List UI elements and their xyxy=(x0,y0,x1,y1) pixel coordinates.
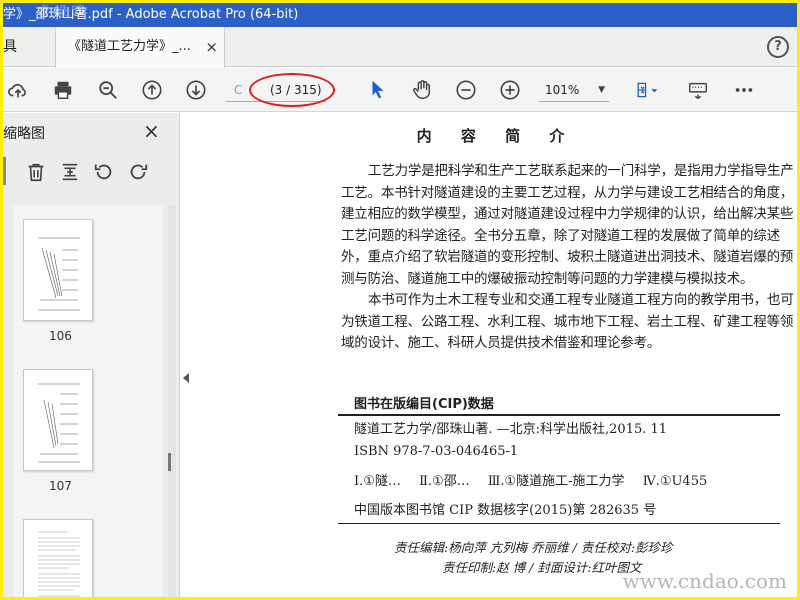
highlight-oval xyxy=(249,73,335,107)
rotate-right-icon[interactable] xyxy=(127,161,151,185)
trash-icon[interactable] xyxy=(25,161,49,185)
cip-class-item: Ⅲ.①隧道施工-施工力学 xyxy=(487,474,625,489)
scrollbar-grip[interactable] xyxy=(168,453,171,471)
thumbnail-page-107[interactable] xyxy=(23,369,93,471)
next-page-icon[interactable] xyxy=(183,77,209,103)
keyboard-icon[interactable] xyxy=(685,77,711,103)
thumbnail-page-108[interactable] xyxy=(23,519,93,597)
zoom-search-icon[interactable] xyxy=(95,77,121,103)
pdf-page: 内 容 简 介 工艺力学是把科学和生产工艺联系起来的一门科学，是指用力学指导生产… xyxy=(196,113,797,597)
drawing-thumbnail-icon xyxy=(38,383,80,463)
intro-text: 工艺力学是把科学和生产工艺联系起来的一门科学，是指用力学指导生产工艺。本书针对隧… xyxy=(341,161,796,355)
page-fit-icon[interactable] xyxy=(629,77,665,103)
print-icon[interactable] xyxy=(50,77,76,103)
select-cursor-icon[interactable] xyxy=(365,77,391,103)
prev-page-icon[interactable] xyxy=(139,77,165,103)
panel-title: 缩略图 xyxy=(3,126,45,142)
divider xyxy=(338,523,780,524)
app-window: 学》_邵珠山著.pdf - Adobe Acrobat Pro (64-bit)… xyxy=(3,3,797,597)
tab-bar: 具 《隧道工艺力学》_... × ? xyxy=(3,27,797,68)
cip-line: ISBN 978-7-03-046465-1 xyxy=(354,444,519,459)
tab-document-label: 《隧道工艺力学》_... xyxy=(68,39,191,54)
divider xyxy=(3,157,6,185)
help-icon[interactable]: ? xyxy=(767,36,789,58)
cip-class-item: Ⅳ.①U455 xyxy=(642,474,708,489)
credit-line: 责任编辑:杨向萍 亢列梅 乔丽维 / 责任校对:彭珍珍 xyxy=(394,540,673,555)
divider xyxy=(338,414,780,416)
upload-cloud-icon[interactable] xyxy=(5,77,31,103)
thumbnails-panel: 缩略图 × 106 107 xyxy=(3,113,180,597)
tab-tools[interactable]: 具 xyxy=(3,27,17,67)
cip-classification: Ⅰ.①隧… Ⅱ.①邵… Ⅲ.①隧道施工-施工力学 Ⅳ.①U455 xyxy=(354,470,721,489)
thumbnail-page-106[interactable] xyxy=(23,219,93,321)
zoom-in-icon[interactable] xyxy=(497,77,523,103)
hand-tool-icon[interactable] xyxy=(409,77,435,103)
cip-line: 隧道工艺力学/邵珠山著. —北京:科学出版社,2015. 11 xyxy=(354,422,668,437)
more-options-icon[interactable] xyxy=(731,77,757,103)
cip-class-item: Ⅰ.①隧… xyxy=(354,474,401,489)
close-tab-icon[interactable]: × xyxy=(205,27,218,67)
cip-block: 隧道工艺力学/邵珠山著. —北京:科学出版社,2015. 11 ISBN 978… xyxy=(354,419,794,463)
intro-paragraph: 工艺力学是把科学和生产工艺联系起来的一门科学，是指用力学指导生产工艺。本书针对隧… xyxy=(341,163,794,287)
chevron-down-icon: ▼ xyxy=(598,85,605,95)
tab-document[interactable]: 《隧道工艺力学》_... × xyxy=(55,27,225,68)
rotate-left-icon[interactable] xyxy=(93,161,117,185)
panel-scrollbar[interactable] xyxy=(168,205,176,597)
thumbnail-list: 106 107 xyxy=(13,205,163,597)
intro-paragraph: 本书可作为土木工程专业和交通工程专业隧道工程方向的教学用书，也可为铁道工程、公路… xyxy=(341,292,794,351)
zoom-value: 101% xyxy=(545,83,580,97)
credit-line: 责任印制:赵 博 / 封面设计:红叶图文 xyxy=(442,560,642,575)
thumbnail-label: 106 xyxy=(49,329,72,343)
collapse-panel-icon[interactable] xyxy=(183,373,189,383)
cip-number: 中国版本图书馆 CIP 数据核字(2015)第 282635 号 xyxy=(354,503,657,518)
zoom-out-icon[interactable] xyxy=(453,77,479,103)
zoom-dropdown[interactable]: 101% ▼ xyxy=(539,78,609,102)
close-panel-icon[interactable]: × xyxy=(143,119,160,143)
drawing-thumbnail-icon xyxy=(38,237,80,311)
cip-class-item: Ⅱ.①邵… xyxy=(419,474,470,489)
insert-page-icon[interactable] xyxy=(59,161,83,185)
thumbnail-label: 107 xyxy=(49,479,72,493)
panel-toolbar xyxy=(3,157,163,191)
site-watermark: www.cndao.com xyxy=(622,569,787,593)
toolbar: C (3 / 315) 101% ▼ xyxy=(3,68,797,112)
cip-heading: 图书在版编目(CIP)数据 xyxy=(354,397,494,412)
top-watermark: 睿 禄 网 xyxy=(37,5,85,20)
text-thumbnail-icon xyxy=(38,531,80,597)
page-current-input[interactable]: C xyxy=(234,78,242,102)
title-bar: 学》_邵珠山著.pdf - Adobe Acrobat Pro (64-bit)… xyxy=(3,3,797,27)
document-view: 内 容 简 介 工艺力学是把科学和生产工艺联系起来的一门科学，是指用力学指导生产… xyxy=(196,113,797,597)
page-heading: 内 容 简 介 xyxy=(416,127,577,145)
